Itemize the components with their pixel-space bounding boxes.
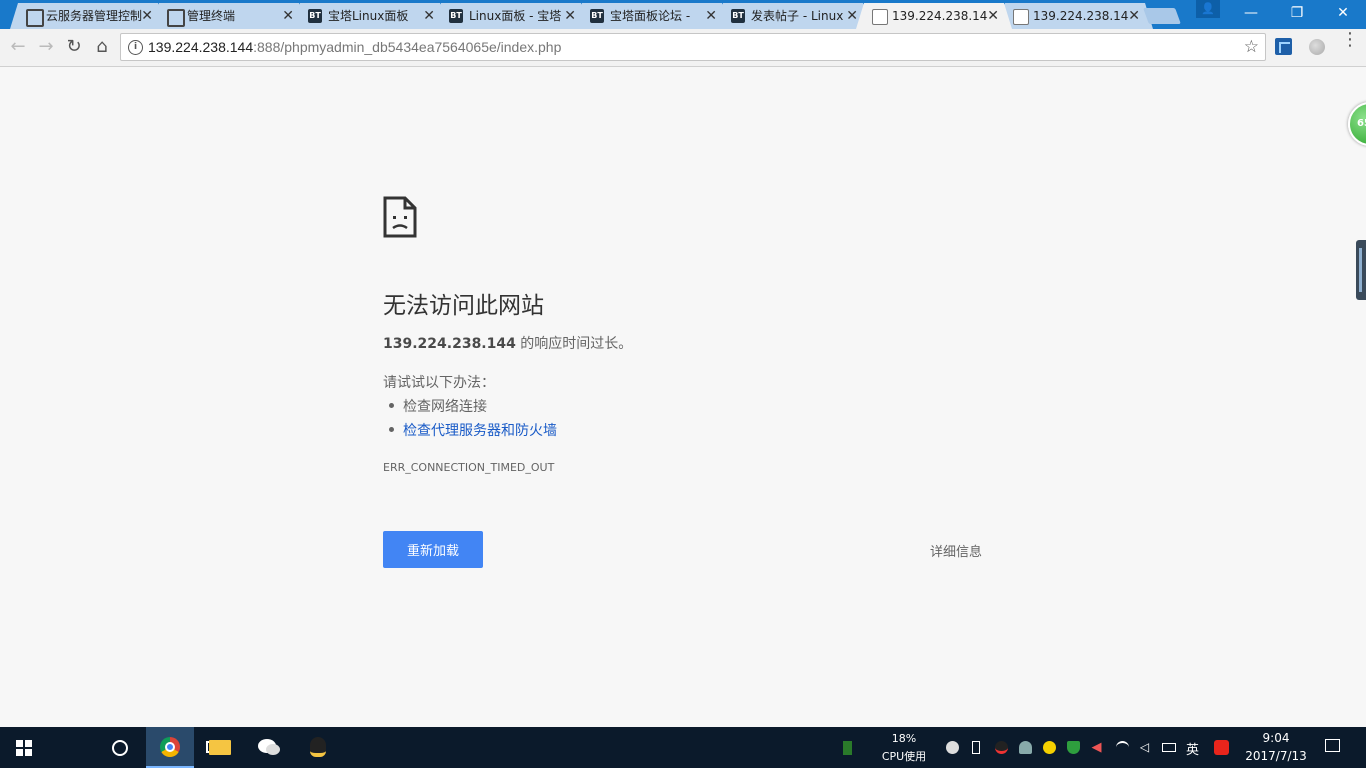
profile-icon[interactable]: 👤	[1196, 0, 1220, 18]
suggestion-text[interactable]: 检查代理服务器和防火墙	[403, 423, 557, 439]
volume-icon[interactable]: ◁	[1138, 741, 1151, 754]
cpu-label: CPU使用	[881, 750, 927, 763]
tab-title: 宝塔面板论坛 -	[610, 9, 691, 23]
shield-icon[interactable]	[1067, 741, 1080, 754]
new-tab-button[interactable]	[1143, 8, 1181, 24]
reload-page-button[interactable]: 重新加载	[383, 531, 483, 568]
close-icon[interactable]: ✕	[987, 3, 999, 29]
error-detail-text: 的响应时间过长。	[515, 336, 633, 352]
tab-active-page[interactable]: 139.224.238.144 ✕	[856, 3, 1012, 29]
task-view-button[interactable]	[96, 727, 224, 768]
details-button[interactable]: 详细信息	[930, 541, 982, 560]
tab-aliyun-console[interactable]: 云服务器管理控制台 ✕	[10, 3, 166, 29]
chrome-icon	[160, 737, 180, 757]
sound-muted-icon[interactable]: ◀	[1090, 741, 1103, 754]
close-icon[interactable]: ✕	[141, 3, 153, 29]
error-host: 139.224.238.144	[383, 336, 516, 352]
search-button[interactable]	[48, 727, 128, 768]
wifi-icon[interactable]	[1116, 741, 1129, 754]
tab-title: Linux面板 - 宝塔	[469, 9, 562, 23]
floating-speed-badge[interactable]: 65	[1348, 102, 1366, 146]
tab-bt-forum[interactable]: BT 宝塔面板论坛 - ✕	[574, 3, 730, 29]
address-bar[interactable]: i 139.224.238.144:888/phpmyadmin_db5434e…	[120, 33, 1266, 61]
aliyun-icon	[26, 9, 44, 27]
ime-indicator[interactable]: 英	[1186, 739, 1199, 758]
aliyun-icon	[167, 9, 185, 27]
close-icon[interactable]: ✕	[564, 3, 576, 29]
taskbar-chrome[interactable]	[146, 727, 194, 768]
error-title: 无法访问此网站	[383, 293, 544, 319]
qq-tray-icon[interactable]	[995, 741, 1008, 754]
extension-icon[interactable]	[1309, 39, 1325, 55]
forward-button[interactable]: →	[34, 35, 58, 59]
tab-title: 云服务器管理控制台	[46, 9, 142, 23]
tab-bt-linux-panel[interactable]: BT 宝塔Linux面板 ✕	[292, 3, 448, 29]
start-button[interactable]	[0, 727, 48, 768]
tab-title: 139.224.238.144	[1033, 9, 1129, 23]
page-icon	[872, 9, 888, 25]
bullet-icon	[389, 427, 394, 432]
taskbar: 18% CPU使用 ◀ ◁ 英 9:04 2017/7/13	[0, 727, 1366, 768]
close-icon[interactable]: ✕	[282, 3, 294, 29]
tab-post-thread[interactable]: BT 发表帖子 - Linux ✕	[715, 3, 871, 29]
clock-time[interactable]: 9:04	[1250, 731, 1302, 745]
back-button[interactable]: ←	[6, 35, 30, 59]
browser-toolbar: ← → ↻ ⌂ i 139.224.238.144:888/phpmyadmin…	[0, 29, 1366, 67]
file-explorer-icon[interactable]	[209, 740, 231, 755]
windows-icon	[16, 740, 32, 756]
battery-icon[interactable]	[1162, 743, 1176, 752]
minimize-button[interactable]: —	[1228, 0, 1274, 29]
extension-icon[interactable]	[1275, 38, 1292, 55]
tab-title: 发表帖子 - Linux	[751, 9, 844, 23]
tab-admin-terminal[interactable]: 管理终端 ✕	[151, 3, 307, 29]
suggestion-link-proxy-firewall[interactable]: 检查代理服务器和防火墙	[389, 420, 557, 440]
tab-title: 139.224.238.144	[892, 9, 988, 23]
cpu-percent: 18%	[891, 732, 917, 745]
sad-page-icon	[383, 196, 417, 238]
bookmark-star-icon[interactable]: ☆	[1244, 34, 1259, 60]
tab-linux-panel[interactable]: BT Linux面板 - 宝塔 ✕	[433, 3, 589, 29]
close-icon[interactable]: ✕	[705, 3, 717, 29]
bullet-icon	[389, 403, 394, 408]
security-plus-icon[interactable]	[1043, 741, 1056, 754]
users-icon[interactable]	[1019, 741, 1032, 754]
error-code: ERR_CONNECTION_TIMED_OUT	[383, 461, 555, 474]
bt-icon: BT	[449, 9, 463, 23]
usb-icon[interactable]	[972, 741, 980, 754]
reload-button[interactable]: ↻	[62, 35, 86, 59]
bt-icon: BT	[731, 9, 745, 23]
menu-icon[interactable]: ⋮	[1341, 31, 1359, 57]
info-icon[interactable]: i	[128, 40, 143, 55]
home-button[interactable]: ⌂	[90, 35, 114, 59]
close-icon[interactable]: ✕	[846, 3, 858, 29]
wechat-icon[interactable]	[258, 739, 280, 755]
tab-title: 宝塔Linux面板	[328, 9, 409, 23]
qq-icon[interactable]	[310, 737, 326, 757]
battery-monitor-icon[interactable]	[843, 741, 852, 755]
close-window-button[interactable]: ✕	[1320, 0, 1366, 29]
url-path: :888/phpmyadmin_db5434ea7564065e/index.p…	[253, 39, 562, 55]
wechat-tray-icon[interactable]	[946, 741, 959, 754]
sogou-input-icon[interactable]	[1214, 740, 1229, 755]
url-text[interactable]: 139.224.238.144:888/phpmyadmin_db5434ea7…	[148, 34, 561, 60]
restore-button[interactable]: ❐	[1274, 0, 1320, 29]
clock-date[interactable]: 2017/7/13	[1240, 749, 1312, 763]
error-page: 无法访问此网站 139.224.238.144 的响应时间过长。 请试试以下办法…	[0, 67, 1366, 727]
tab-title: 管理终端	[187, 9, 236, 23]
side-panel-handle[interactable]	[1356, 240, 1366, 300]
notification-icon[interactable]	[1325, 739, 1340, 752]
tab-page[interactable]: 139.224.238.144 ✕	[997, 3, 1153, 29]
error-detail: 139.224.238.144 的响应时间过长。	[383, 333, 632, 353]
bt-icon: BT	[590, 9, 604, 23]
close-icon[interactable]: ✕	[1128, 3, 1140, 29]
suggestion-item: 检查网络连接	[389, 396, 487, 416]
tab-strip: 云服务器管理控制台 ✕ 管理终端 ✕ BT 宝塔Linux面板 ✕ BT Lin…	[0, 0, 1366, 29]
suggestions-title: 请试试以下办法：	[383, 375, 495, 391]
url-host: 139.224.238.144	[148, 39, 254, 55]
page-icon	[1013, 9, 1029, 25]
close-icon[interactable]: ✕	[423, 3, 435, 29]
suggestion-text: 检查网络连接	[403, 399, 487, 415]
bt-icon: BT	[308, 9, 322, 23]
